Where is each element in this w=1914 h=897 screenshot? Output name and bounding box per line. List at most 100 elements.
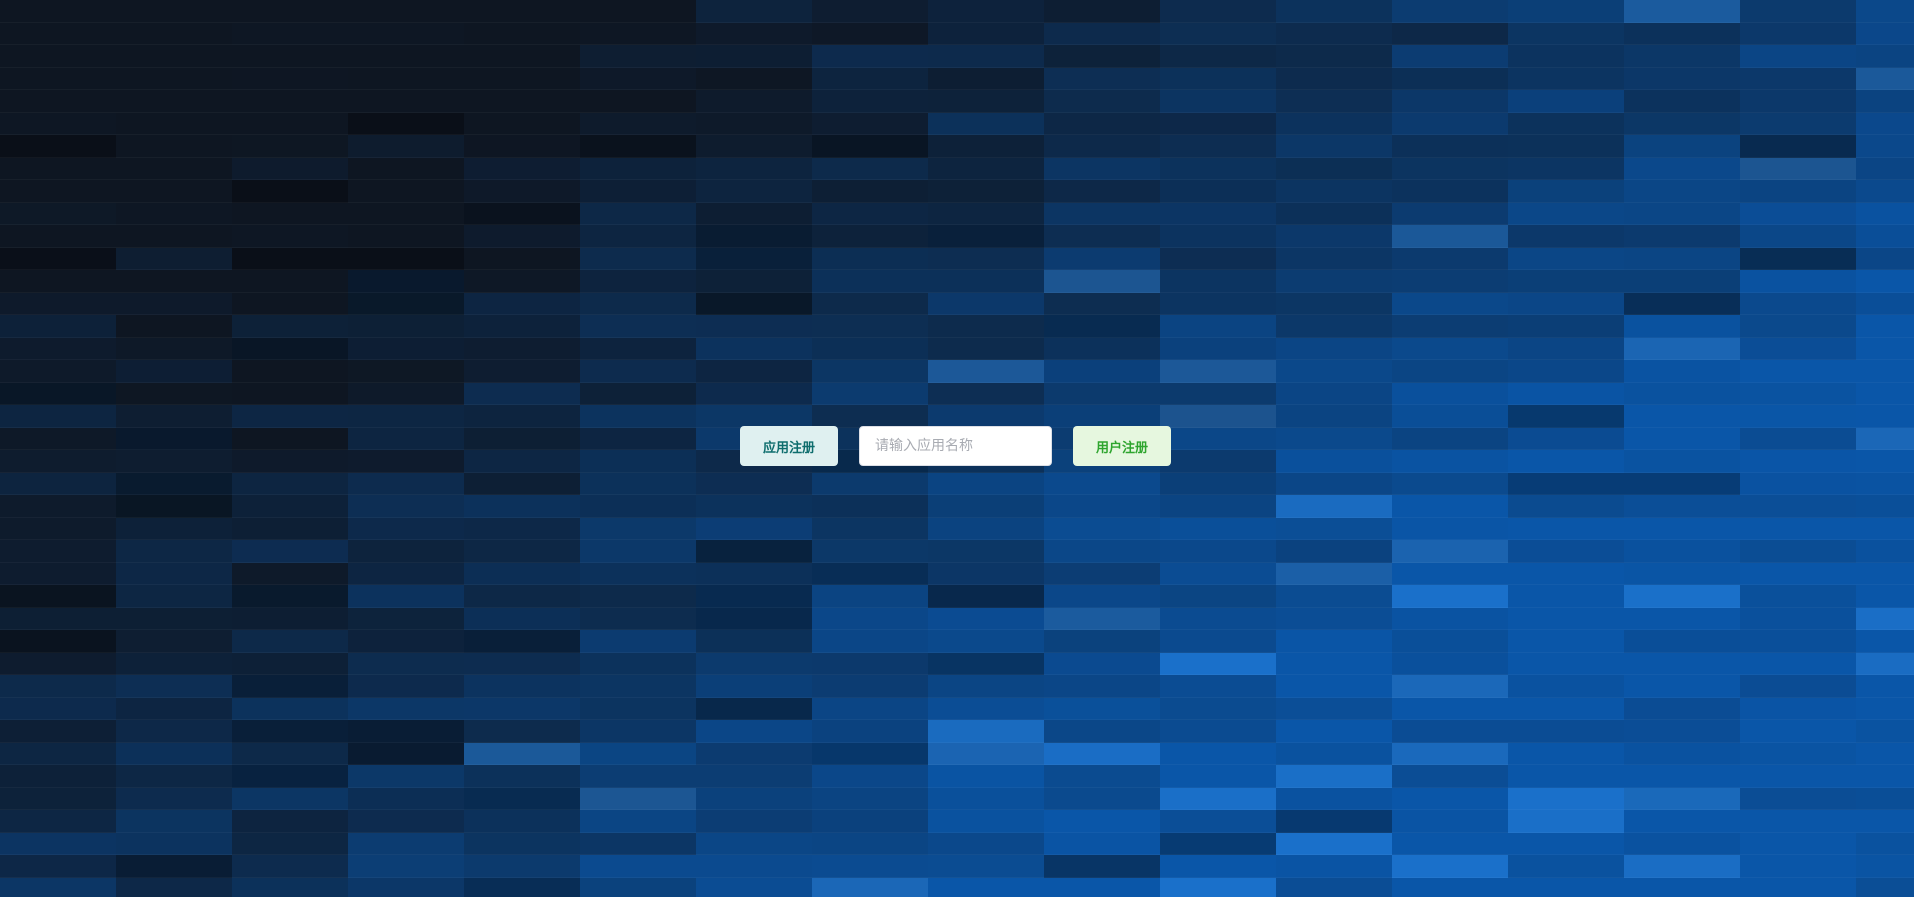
mosaic-tile: [116, 405, 232, 428]
mosaic-tile: [1740, 742, 1856, 765]
mosaic-tile: [1740, 292, 1856, 315]
mosaic-tile: [116, 765, 232, 788]
mosaic-tile: [1624, 337, 1740, 360]
mosaic-tile: [464, 270, 580, 293]
mosaic-tile: [696, 337, 812, 360]
mosaic-tile: [1044, 607, 1160, 630]
mosaic-tile: [580, 832, 696, 855]
mosaic-tile: [1740, 45, 1856, 68]
mosaic-tile: [580, 607, 696, 630]
mosaic-tile: [1276, 787, 1392, 810]
mosaic-tile: [812, 652, 928, 675]
mosaic-tile: [1392, 0, 1508, 23]
mosaic-tile: [1044, 112, 1160, 135]
mosaic-tile: [348, 652, 464, 675]
mosaic-tile: [1392, 360, 1508, 383]
mosaic-tile: [0, 405, 116, 428]
mosaic-tile: [812, 202, 928, 225]
mosaic-tile: [1160, 472, 1276, 495]
mosaic-tile: [696, 225, 812, 248]
mosaic-tile: [464, 247, 580, 270]
mosaic-tile: [1160, 607, 1276, 630]
mosaic-tile: [580, 225, 696, 248]
mosaic-tile: [1624, 157, 1740, 180]
mosaic-tile: [1160, 270, 1276, 293]
mosaic-tile: [1508, 67, 1624, 90]
mosaic-tile: [0, 697, 116, 720]
mosaic-tile: [348, 157, 464, 180]
user-register-button[interactable]: 用户注册: [1073, 426, 1171, 466]
mosaic-tile: [812, 832, 928, 855]
mosaic-tile: [464, 22, 580, 45]
app-register-button[interactable]: 应用注册: [740, 426, 838, 466]
mosaic-tile: [0, 742, 116, 765]
mosaic-tile: [464, 855, 580, 878]
mosaic-tile: [580, 472, 696, 495]
mosaic-tile: [1276, 495, 1392, 518]
mosaic-tile: [812, 90, 928, 113]
mosaic-tile: [116, 540, 232, 563]
mosaic-tile: [116, 225, 232, 248]
mosaic-tile: [812, 765, 928, 788]
mosaic-tile: [116, 427, 232, 450]
mosaic-tile: [1160, 697, 1276, 720]
mosaic-tile: [1392, 540, 1508, 563]
mosaic-tile: [1508, 225, 1624, 248]
mosaic-tile: [928, 270, 1044, 293]
mosaic-tile: [1392, 270, 1508, 293]
mosaic-tile: [1508, 742, 1624, 765]
mosaic-tile: [696, 45, 812, 68]
mosaic-tile: [1392, 450, 1508, 473]
mosaic-tile: [464, 180, 580, 203]
mosaic-tile: [1044, 0, 1160, 23]
mosaic-tile: [1740, 360, 1856, 383]
mosaic-tile: [1740, 562, 1856, 585]
mosaic-tile: [1044, 562, 1160, 585]
mosaic-tile: [1160, 315, 1276, 338]
mosaic-tile: [1740, 315, 1856, 338]
mosaic-tile: [348, 720, 464, 743]
mosaic-tile: [1508, 315, 1624, 338]
mosaic-tile: [232, 517, 348, 540]
mosaic-tile: [1276, 517, 1392, 540]
mosaic-tile: [812, 630, 928, 653]
mosaic-tile: [1508, 630, 1624, 653]
mosaic-tile: [1160, 180, 1276, 203]
mosaic-tile: [1624, 67, 1740, 90]
mosaic-tile: [812, 0, 928, 23]
mosaic-tile: [580, 22, 696, 45]
mosaic-tile: [1508, 562, 1624, 585]
mosaic-tile: [1624, 742, 1740, 765]
mosaic-tile: [232, 405, 348, 428]
mosaic-tile: [812, 562, 928, 585]
mosaic-tile: [1624, 22, 1740, 45]
mosaic-tile: [580, 450, 696, 473]
mosaic-tile: [1856, 315, 1914, 338]
mosaic-tile: [696, 112, 812, 135]
mosaic-tile: [1624, 832, 1740, 855]
mosaic-tile: [464, 157, 580, 180]
mosaic-tile: [1624, 135, 1740, 158]
mosaic-tile: [1856, 337, 1914, 360]
mosaic-tile: [1276, 630, 1392, 653]
mosaic-tile: [1160, 855, 1276, 878]
mosaic-tile: [116, 607, 232, 630]
mosaic-tile: [1276, 225, 1392, 248]
mosaic-tile: [928, 292, 1044, 315]
mosaic-tile: [116, 630, 232, 653]
mosaic-tile: [0, 270, 116, 293]
mosaic-tile: [348, 855, 464, 878]
mosaic-tile: [812, 585, 928, 608]
mosaic-tile: [1856, 225, 1914, 248]
mosaic-tile: [116, 337, 232, 360]
mosaic-tile: [232, 630, 348, 653]
mosaic-tile: [580, 247, 696, 270]
mosaic-tile: [1508, 652, 1624, 675]
mosaic-tile: [464, 225, 580, 248]
mosaic-tile: [580, 652, 696, 675]
mosaic-tile: [348, 787, 464, 810]
app-name-input[interactable]: [859, 426, 1052, 466]
mosaic-tile: [1160, 450, 1276, 473]
mosaic-tile: [1392, 202, 1508, 225]
mosaic-tile: [1856, 585, 1914, 608]
